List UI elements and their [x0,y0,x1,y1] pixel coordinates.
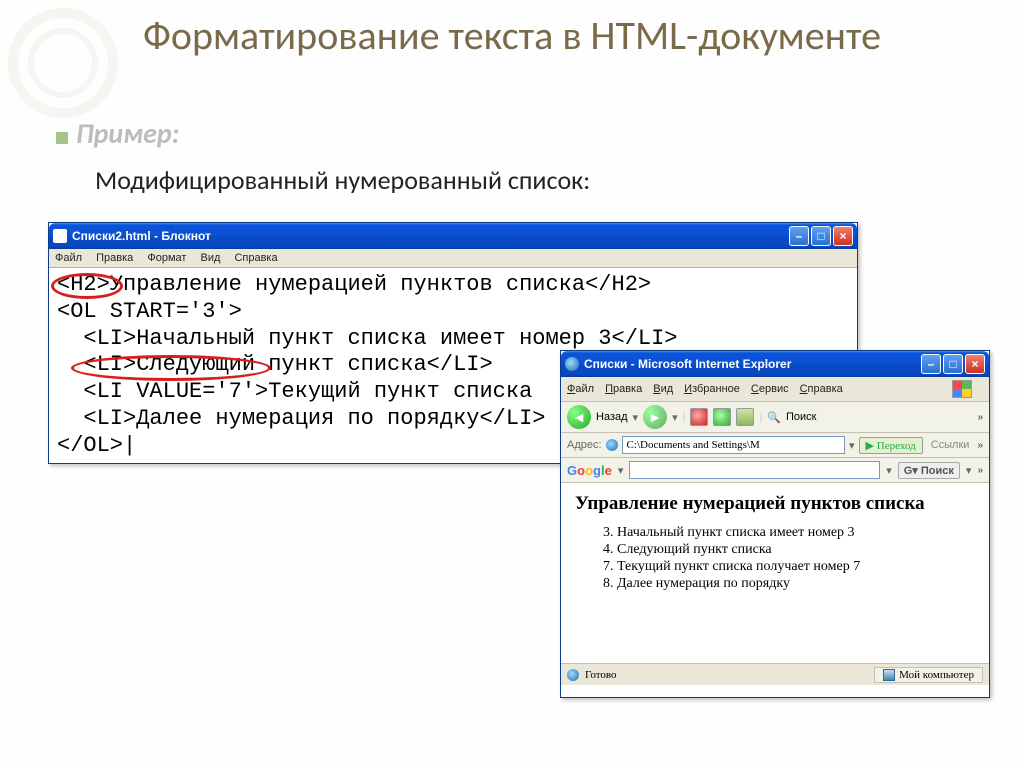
list-item: Следующий пункт списка [617,542,975,558]
page-heading: Управление нумерацией пунктов списка [575,493,975,515]
home-icon[interactable] [736,408,754,426]
back-label[interactable]: Назад [596,411,628,423]
google-overflow-icon[interactable]: » [977,465,983,476]
menu-edit[interactable]: Правка [96,252,133,264]
annotation-oval-2 [71,355,271,381]
links-label[interactable]: Ссылки [927,439,974,451]
google-logo[interactable]: Google [567,463,612,478]
menu-help[interactable]: Справка [234,252,277,264]
close-button[interactable]: × [965,354,985,374]
page-icon [606,439,618,451]
minimize-button[interactable]: – [789,226,809,246]
slide-subtitle: Модифицированный нумерованный список: [95,164,590,196]
ie-toolbar: ◄ Назад ▾ ► ▾ | | 🔍 Поиск » [561,402,989,433]
links-overflow-icon[interactable]: » [977,440,983,451]
ie-menubar: Файл Правка Вид Избранное Сервис Справка [561,377,989,402]
back-dropdown-icon[interactable]: ▾ [633,411,639,424]
example-label: Пример: [76,116,179,151]
menu-file[interactable]: Файл [55,252,82,264]
toolbar-overflow-icon[interactable]: » [977,412,983,423]
ie-window: Списки - Microsoft Internet Explorer – □… [560,350,990,698]
notepad-titlebar[interactable]: Списки2.html - Блокнот – □ × [49,223,857,249]
refresh-icon[interactable] [713,408,731,426]
slide-title: Форматирование текста в HTML-документе [0,14,1024,58]
ie-status-bar: Готово Мой компьютер [561,663,989,685]
google-toolbar: Google ▾ ▾ G▾ Поиск ▾ » [561,458,989,483]
bullet-icon [56,132,68,144]
menu-favorites[interactable]: Избранное [684,383,740,395]
windows-flag-icon [952,380,972,398]
address-label: Адрес: [567,439,602,451]
ie-icon [565,357,579,371]
forward-dropdown-icon[interactable]: ▾ [672,411,678,424]
ie-title: Списки - Microsoft Internet Explorer [584,357,791,371]
list-item: Текущий пункт списка получает номер 7 [617,559,975,575]
google-search-button[interactable]: G▾ Поиск [898,462,960,479]
notepad-icon [53,229,67,243]
menu-format[interactable]: Формат [147,252,186,264]
menu-file[interactable]: Файл [567,383,594,395]
ie-titlebar[interactable]: Списки - Microsoft Internet Explorer – □… [561,351,989,377]
list-item: Начальный пункт списка имеет номер 3 [617,525,975,541]
maximize-button[interactable]: □ [811,226,831,246]
stop-icon[interactable] [690,408,708,426]
minimize-button[interactable]: – [921,354,941,374]
search-icon[interactable]: 🔍 [767,411,781,424]
back-button[interactable]: ◄ [567,405,591,429]
search-label[interactable]: Поиск [786,411,816,423]
menu-view[interactable]: Вид [653,383,673,395]
notepad-title: Списки2.html - Блокнот [72,229,211,243]
ie-address-bar: Адрес: ▾ ▶ Переход Ссылки » [561,433,989,458]
address-input[interactable] [622,436,845,454]
go-button[interactable]: ▶ Переход [859,437,923,454]
menu-tools[interactable]: Сервис [751,383,789,395]
close-button[interactable]: × [833,226,853,246]
zone-icon [883,669,895,681]
menu-edit[interactable]: Правка [605,383,642,395]
ie-page-content: Управление нумерацией пунктов списка Нач… [561,483,989,663]
forward-button[interactable]: ► [643,405,667,429]
menu-view[interactable]: Вид [200,252,220,264]
annotation-oval-1 [51,273,123,299]
menu-help[interactable]: Справка [800,383,843,395]
status-ready: Готово [585,669,617,681]
status-ie-icon [567,669,579,681]
status-zone: Мой компьютер [899,669,974,681]
list-item: Далее нумерация по порядку [617,576,975,592]
google-search-input[interactable] [629,461,880,479]
maximize-button[interactable]: □ [943,354,963,374]
notepad-menubar: Файл Правка Формат Вид Справка [49,249,857,268]
